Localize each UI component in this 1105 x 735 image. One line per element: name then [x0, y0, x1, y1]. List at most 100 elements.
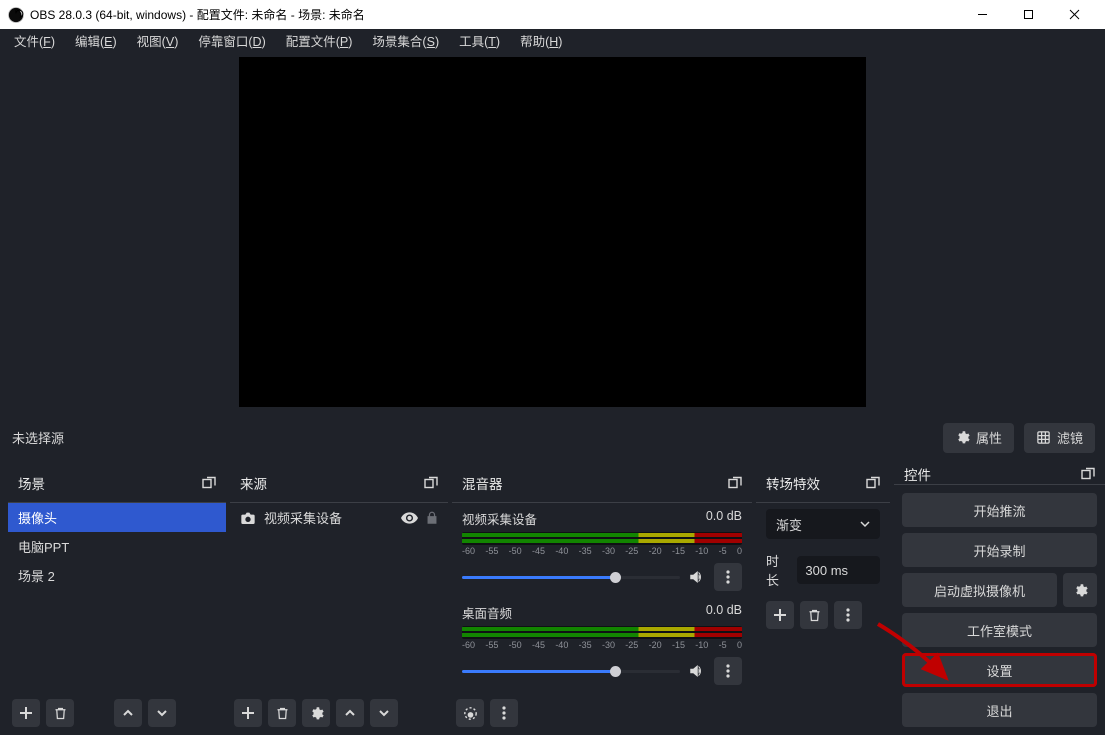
button-label: 退出: [986, 701, 1012, 720]
window-titlebar: OBS 28.0.3 (64-bit, windows) - 配置文件: 未命名…: [0, 0, 1105, 29]
window-title: OBS 28.0.3 (64-bit, windows) - 配置文件: 未命名…: [30, 6, 365, 23]
button-label: 开始推流: [973, 501, 1025, 520]
gear-icon: [955, 430, 970, 445]
mixer-ch-menu[interactable]: [714, 563, 742, 591]
camera-icon: [240, 511, 256, 525]
menu-docks[interactable]: 停靠窗口(D): [188, 28, 275, 53]
transition-add-button[interactable]: [766, 601, 794, 629]
mixer-popout[interactable]: [728, 476, 742, 490]
transition-properties-button[interactable]: [834, 601, 862, 629]
mixer-ch-name: 视频采集设备: [462, 509, 537, 528]
gear-icon: [309, 706, 324, 721]
preview-area: [0, 52, 1105, 412]
scene-remove-button[interactable]: [46, 699, 74, 727]
controls-panel: 控件 开始推流 开始录制 启动虚拟摄像机 工作室模式 设置 退出: [894, 463, 1105, 735]
studio-mode-button[interactable]: 工作室模式: [902, 613, 1097, 647]
start-recording-button[interactable]: 开始录制: [902, 533, 1097, 567]
duration-input[interactable]: 300 ms: [797, 556, 880, 584]
scene-name: 场景 2: [18, 566, 55, 585]
scene-name: 摄像头: [18, 508, 57, 527]
transitions-popout[interactable]: [866, 476, 880, 490]
scene-name: 电脑PPT: [18, 537, 69, 556]
filters-label: 滤镜: [1057, 428, 1083, 447]
scene-item[interactable]: 场景 2: [8, 561, 226, 590]
chevron-down-icon: [860, 519, 870, 529]
speaker-icon[interactable]: [688, 569, 706, 585]
start-virtual-cam-button[interactable]: 启动虚拟摄像机: [902, 573, 1057, 607]
meter-ticks: -60-55-50-45-40-35-30-25-20-15-10-50: [462, 640, 742, 651]
menu-help[interactable]: 帮助(H): [510, 28, 572, 53]
level-meter: [462, 626, 742, 639]
sources-panel: 来源 视频采集设备: [230, 463, 448, 735]
virtual-cam-settings-button[interactable]: [1063, 573, 1097, 607]
scenes-title: 场景: [18, 473, 45, 493]
source-item[interactable]: 视频采集设备: [230, 503, 448, 532]
scenes-panel: 场景 摄像头 电脑PPT 场景 2: [8, 463, 226, 735]
volume-slider[interactable]: [462, 664, 680, 678]
scenes-popout[interactable]: [202, 476, 216, 490]
gear-icon: [1073, 583, 1088, 598]
duration-label: 时长: [766, 551, 789, 589]
menu-file[interactable]: 文件(F): [4, 28, 65, 53]
transitions-title: 转场特效: [766, 473, 820, 493]
speaker-icon[interactable]: [688, 663, 706, 679]
mixer-ch-name: 桌面音频: [462, 603, 512, 622]
exit-button[interactable]: 退出: [902, 693, 1097, 727]
scene-item[interactable]: 摄像头: [8, 503, 226, 532]
scene-item[interactable]: 电脑PPT: [8, 532, 226, 561]
source-move-up-button[interactable]: [336, 699, 364, 727]
source-add-button[interactable]: [234, 699, 262, 727]
lock-icon[interactable]: [426, 511, 438, 525]
filters-icon: [1036, 430, 1051, 445]
transition-value: 渐变: [776, 515, 802, 534]
no-source-selected-label: 未选择源: [10, 428, 64, 447]
source-toolbar: 未选择源 属性 滤镜: [0, 412, 1105, 463]
mixer-ch-db: 0.0 dB: [706, 603, 742, 622]
menu-view[interactable]: 视图(V): [127, 28, 189, 53]
scene-move-up-button[interactable]: [114, 699, 142, 727]
menu-tools[interactable]: 工具(T): [449, 28, 510, 53]
obs-logo-icon: [8, 7, 24, 23]
properties-label: 属性: [976, 428, 1002, 447]
close-button[interactable]: [1051, 0, 1097, 29]
volume-slider[interactable]: [462, 570, 680, 584]
source-move-down-button[interactable]: [370, 699, 398, 727]
mixer-panel: 混音器 视频采集设备 0.0 dB -60-55-50-45-40-35-30-2…: [452, 463, 752, 735]
filters-button[interactable]: 滤镜: [1024, 423, 1095, 453]
source-label: 视频采集设备: [264, 508, 342, 527]
menu-scene-collection[interactable]: 场景集合(S): [362, 28, 449, 53]
eye-icon[interactable]: [401, 512, 418, 524]
main-menu-bar: 文件(F) 编辑(E) 视图(V) 停靠窗口(D) 配置文件(P) 场景集合(S…: [0, 29, 1105, 52]
mixer-ch-db: 0.0 dB: [706, 509, 742, 528]
maximize-button[interactable]: [1005, 0, 1051, 29]
mixer-ch-menu[interactable]: [714, 657, 742, 685]
transition-remove-button[interactable]: [800, 601, 828, 629]
button-label: 启动虚拟摄像机: [934, 581, 1025, 600]
properties-button[interactable]: 属性: [943, 423, 1014, 453]
menu-profile[interactable]: 配置文件(P): [276, 28, 363, 53]
settings-button[interactable]: 设置: [902, 653, 1097, 687]
source-properties-button[interactable]: [302, 699, 330, 727]
scene-add-button[interactable]: [12, 699, 40, 727]
menu-edit[interactable]: 编辑(E): [65, 28, 127, 53]
mixer-menu-button[interactable]: [490, 699, 518, 727]
scene-move-down-button[interactable]: [148, 699, 176, 727]
minimize-button[interactable]: [959, 0, 1005, 29]
controls-popout[interactable]: [1081, 467, 1095, 481]
transition-select[interactable]: 渐变: [766, 509, 880, 539]
level-meter: [462, 532, 742, 545]
meter-ticks: -60-55-50-45-40-35-30-25-20-15-10-50: [462, 546, 742, 557]
sources-popout[interactable]: [424, 476, 438, 490]
controls-title: 控件: [904, 464, 931, 484]
mixer-title: 混音器: [462, 473, 503, 493]
button-label: 设置: [986, 661, 1012, 680]
duration-value: 300 ms: [805, 563, 848, 578]
transitions-panel: 转场特效 渐变 时长 300 ms: [756, 463, 890, 735]
sources-title: 来源: [240, 473, 267, 493]
source-remove-button[interactable]: [268, 699, 296, 727]
preview-canvas[interactable]: [239, 57, 866, 407]
start-streaming-button[interactable]: 开始推流: [902, 493, 1097, 527]
sources-list: 视频采集设备: [230, 503, 448, 691]
mixer-channel: 桌面音频 0.0 dB -60-55-50-45-40-35-30-25-20-1…: [452, 597, 752, 653]
advanced-audio-button[interactable]: [456, 699, 484, 727]
